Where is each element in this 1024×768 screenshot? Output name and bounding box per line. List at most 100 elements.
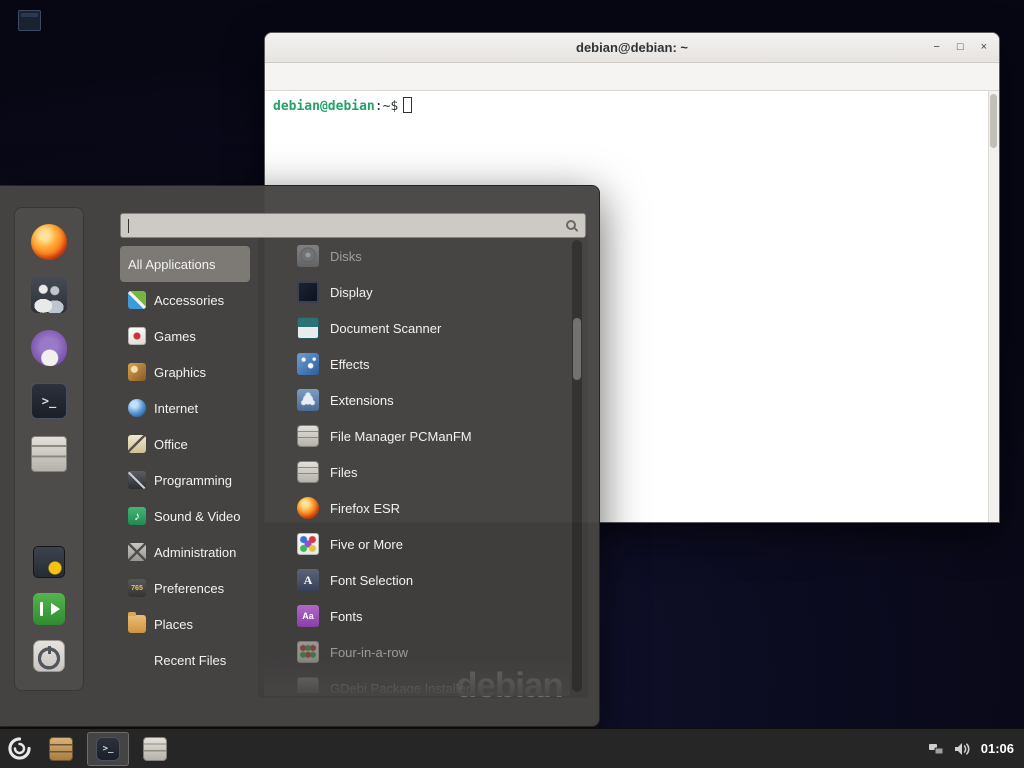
- app-label: Effects: [330, 357, 370, 372]
- app-files[interactable]: Files: [264, 454, 570, 490]
- taskbar-launcher-file-manager[interactable]: [40, 732, 82, 766]
- terminal-scrollbar-thumb[interactable]: [990, 94, 997, 148]
- menu-edit[interactable]: [291, 74, 309, 80]
- games-icon: [128, 327, 146, 345]
- maximize-button[interactable]: □: [957, 42, 964, 53]
- scanner-icon: [297, 317, 319, 339]
- favorite-terminal[interactable]: [31, 383, 67, 419]
- app-list: Disks Display Document Scanner Effects E…: [264, 238, 570, 693]
- category-graphics[interactable]: Graphics: [120, 354, 250, 390]
- category-places[interactable]: Places: [120, 606, 250, 642]
- window-title: debian@debian: ~: [576, 40, 688, 55]
- category-preferences[interactable]: Preferences: [120, 570, 250, 606]
- app-fourinarow[interactable]: Four-in-a-row: [264, 634, 570, 670]
- extensions-icon: [297, 389, 319, 411]
- desktop-shortcut[interactable]: [18, 10, 41, 31]
- distro-swirl-icon: [6, 735, 33, 762]
- files-icon: [143, 737, 167, 761]
- category-label: All Applications: [128, 257, 215, 272]
- app-scanner[interactable]: Document Scanner: [264, 310, 570, 346]
- app-label: Display: [330, 285, 373, 300]
- firefox-icon: [31, 224, 67, 260]
- menu-search[interactable]: [331, 74, 349, 80]
- app-fonts[interactable]: Fonts: [264, 598, 570, 634]
- minimize-button[interactable]: −: [933, 42, 939, 53]
- prompt-user: debian@debian: [273, 99, 375, 114]
- terminal-scrollbar[interactable]: [988, 91, 999, 522]
- lock-screen-icon: [33, 546, 65, 578]
- disks-icon: [297, 245, 319, 267]
- text-caret: [128, 219, 129, 233]
- file-manager-icon: [49, 737, 73, 761]
- log-out-icon: [33, 593, 65, 625]
- category-label: Games: [154, 329, 196, 344]
- firefox-icon: [297, 497, 319, 519]
- category-label: Programming: [154, 473, 232, 488]
- preferences-icon: [128, 579, 146, 597]
- effects-icon: [297, 353, 319, 375]
- category-all-applications[interactable]: All Applications: [120, 246, 250, 282]
- category-recent-files[interactable]: Recent Files: [120, 642, 250, 678]
- app-label: Firefox ESR: [330, 501, 400, 516]
- session-button-shut-down[interactable]: [33, 640, 65, 672]
- search-input[interactable]: [121, 214, 585, 237]
- app-gdebi[interactable]: GDebi Package Installer: [264, 670, 570, 693]
- application-menu: debian: [0, 185, 600, 727]
- category-soundvideo[interactable]: Sound & Video: [120, 498, 250, 534]
- app-label: Five or More: [330, 537, 403, 552]
- session-button-lock-screen[interactable]: [33, 546, 65, 578]
- category-games[interactable]: Games: [120, 318, 250, 354]
- app-effects[interactable]: Effects: [264, 346, 570, 382]
- search-icon: [566, 220, 576, 230]
- favorite-file-manager[interactable]: [31, 436, 67, 472]
- taskbar-launchers: [40, 732, 176, 766]
- category-office[interactable]: Office: [120, 426, 250, 462]
- session-buttons: [33, 546, 65, 672]
- network-icon[interactable]: [928, 742, 944, 756]
- category-label: Graphics: [154, 365, 206, 380]
- favorite-pidgin[interactable]: [31, 330, 67, 366]
- pidgin-icon: [31, 330, 67, 366]
- volume-icon[interactable]: [954, 742, 971, 756]
- menu-terminal[interactable]: [351, 74, 369, 80]
- app-label: Font Selection: [330, 573, 413, 588]
- app-fiveormore[interactable]: Five or More: [264, 526, 570, 562]
- contacts-icon: [31, 277, 67, 313]
- app-list-scrollbar[interactable]: [572, 240, 582, 692]
- category-label: Sound & Video: [154, 509, 241, 524]
- programming-icon: [128, 471, 146, 489]
- soundvideo-icon: [128, 507, 146, 525]
- app-pcmanfm[interactable]: File Manager PCManFM: [264, 418, 570, 454]
- app-disks[interactable]: Disks: [264, 238, 570, 274]
- places-icon: [128, 615, 146, 633]
- app-firefox[interactable]: Firefox ESR: [264, 490, 570, 526]
- favorite-firefox[interactable]: [31, 224, 67, 260]
- fontselection-icon: [297, 569, 319, 591]
- app-extensions[interactable]: Extensions: [264, 382, 570, 418]
- taskbar-launcher-terminal[interactable]: [87, 732, 129, 766]
- category-administration[interactable]: Administration: [120, 534, 250, 570]
- menu-file[interactable]: [271, 74, 289, 80]
- favorites-list: [31, 224, 67, 472]
- menu-button[interactable]: [0, 729, 38, 768]
- category-internet[interactable]: Internet: [120, 390, 250, 426]
- app-label: Four-in-a-row: [330, 645, 408, 660]
- terminal-menubar: [265, 63, 999, 91]
- favorite-contacts[interactable]: [31, 277, 67, 313]
- session-button-log-out[interactable]: [33, 593, 65, 625]
- menu-help[interactable]: [371, 74, 389, 80]
- app-list-scrollbar-thumb[interactable]: [573, 318, 581, 380]
- app-label: GDebi Package Installer: [330, 681, 470, 694]
- close-button[interactable]: ×: [981, 42, 987, 53]
- pcmanfm-icon: [297, 425, 319, 447]
- category-programming[interactable]: Programming: [120, 462, 250, 498]
- category-accessories[interactable]: Accessories: [120, 282, 250, 318]
- clock[interactable]: 01:06: [981, 741, 1014, 756]
- shut-down-icon: [33, 640, 65, 672]
- app-label: Files: [330, 465, 357, 480]
- terminal-titlebar[interactable]: debian@debian: ~ − □ ×: [265, 33, 999, 63]
- app-fontselection[interactable]: Font Selection: [264, 562, 570, 598]
- app-display[interactable]: Display: [264, 274, 570, 310]
- taskbar-launcher-files[interactable]: [134, 732, 176, 766]
- menu-view[interactable]: [311, 74, 329, 80]
